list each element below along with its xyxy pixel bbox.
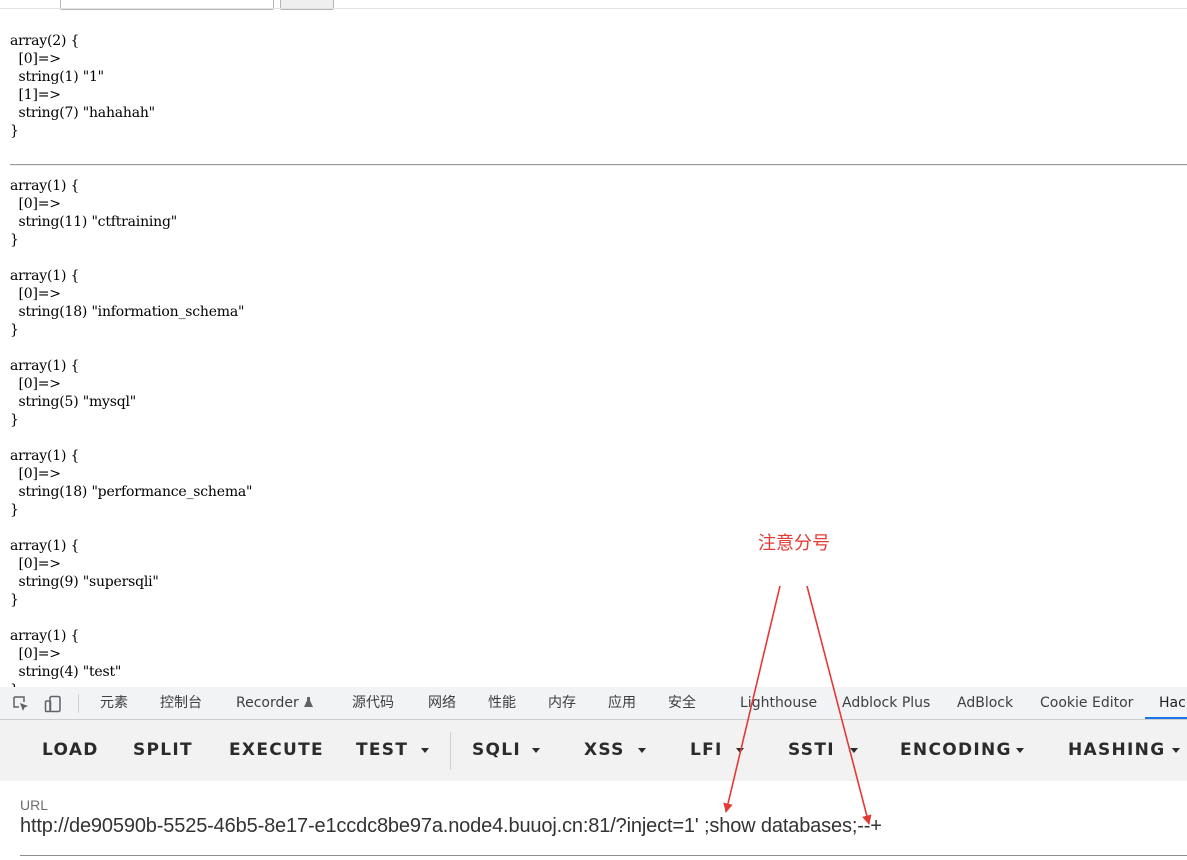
url-panel: URL http://de90590b-5525-46b5-8e17-e1ccd… (0, 781, 1187, 860)
dump-block-database-information-schema: array(1) { [0]=> string(18) "information… (10, 268, 245, 338)
flask-icon (303, 697, 313, 707)
page-top-divider (0, 8, 1187, 9)
device-toolbar-icon[interactable] (44, 695, 62, 713)
test-menu-button[interactable]: TEST (356, 720, 408, 781)
load-button[interactable]: LOAD (42, 720, 99, 781)
dump-block-database-ctftraining: array(1) { [0]=> string(11) "ctftraining… (10, 178, 177, 248)
sqli-chevron-down-icon (532, 748, 540, 753)
sqli-menu-button[interactable]: SQLI (472, 720, 521, 781)
annotation-note: 注意分号 (758, 533, 830, 554)
ssti-menu-button[interactable]: SSTI (788, 720, 835, 781)
split-button[interactable]: SPLIT (133, 720, 193, 781)
tab-console[interactable]: 控制台 (160, 687, 202, 719)
tab-cookie-editor[interactable]: Cookie Editor (1040, 687, 1133, 719)
dump-block-database-supersqli: array(1) { [0]=> string(9) "supersqli" } (10, 538, 159, 608)
tab-performance[interactable]: 性能 (488, 687, 516, 719)
tab-adblock-plus[interactable]: Adblock Plus (842, 687, 930, 719)
tab-adblock[interactable]: AdBlock (957, 687, 1013, 719)
xss-chevron-down-icon (638, 748, 646, 753)
tab-sources[interactable]: 源代码 (352, 687, 394, 719)
hashing-chevron-down-icon (1172, 748, 1180, 753)
tab-security[interactable]: 安全 (668, 687, 696, 719)
encoding-menu-button[interactable]: ENCODING (900, 720, 1012, 781)
page-output: array(2) { [0]=> string(1) "1" [1]=> str… (0, 0, 1187, 687)
url-label: URL (20, 797, 49, 813)
devtools-tab-bar: 元素 控制台 Recorder 源代码 网络 性能 内存 应用 安全 Light… (0, 687, 1187, 720)
test-chevron-down-icon (421, 748, 429, 753)
hashing-menu-button[interactable]: HASHING (1068, 720, 1165, 781)
tab-application[interactable]: 应用 (608, 687, 636, 719)
tab-recorder-label: Recorder (236, 695, 299, 711)
dump-block-database-performance-schema: array(1) { [0]=> string(18) "performance… (10, 448, 253, 518)
tab-elements[interactable]: 元素 (100, 687, 128, 719)
hackbar-toolbar: LOAD SPLIT EXECUTE TEST SQLI XSS LFI SST… (0, 720, 1187, 781)
tab-bar-separator (78, 694, 79, 713)
tab-hackbar[interactable]: Hackbar (1145, 687, 1187, 719)
lfi-chevron-down-icon (736, 748, 744, 753)
encoding-chevron-down-icon (1016, 748, 1024, 753)
tab-network[interactable]: 网络 (428, 687, 456, 719)
xss-menu-button[interactable]: XSS (584, 720, 625, 781)
inspect-element-icon[interactable] (12, 695, 30, 713)
lfi-menu-button[interactable]: LFI (690, 720, 723, 781)
url-field-underline (20, 855, 1187, 856)
toolbar-separator (450, 732, 451, 770)
tab-lighthouse[interactable]: Lighthouse (740, 687, 817, 719)
dump-block-inject-result: array(2) { [0]=> string(1) "1" [1]=> str… (10, 33, 155, 139)
dump-block-database-mysql: array(1) { [0]=> string(5) "mysql" } (10, 358, 137, 428)
ssti-chevron-down-icon (850, 748, 858, 753)
url-field[interactable]: http://de90590b-5525-46b5-8e17-e1ccdc8be… (20, 815, 882, 838)
devtools-panel: 元素 控制台 Recorder 源代码 网络 性能 内存 应用 安全 Light… (0, 687, 1187, 860)
horizontal-rule (10, 164, 1187, 166)
tab-recorder[interactable]: Recorder (236, 687, 313, 719)
dump-block-database-test: array(1) { [0]=> string(4) "test" } (10, 628, 122, 687)
execute-button[interactable]: EXECUTE (229, 720, 324, 781)
tab-memory[interactable]: 内存 (548, 687, 576, 719)
